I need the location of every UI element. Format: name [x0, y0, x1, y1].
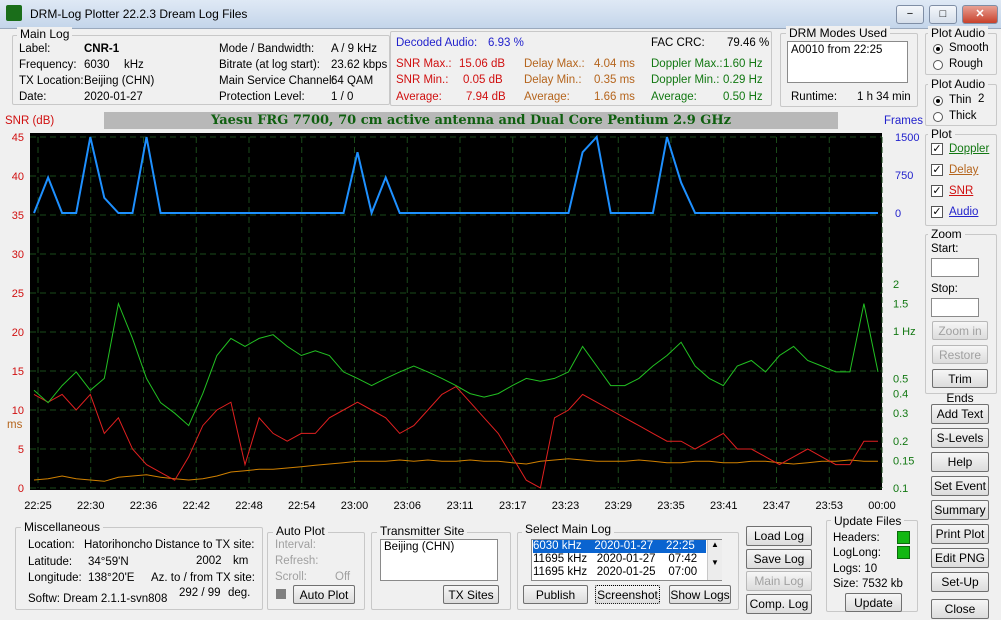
y-tick-label: 0	[18, 483, 24, 495]
longitude-value: 138°20'E	[88, 572, 135, 584]
misc-legend: Miscellaneous	[21, 520, 104, 534]
main-log-button[interactable]: Main Log	[746, 571, 812, 591]
frames-tick-label: 1500	[895, 132, 919, 144]
log-list-item[interactable]: 11695 kHz 2020-01-27 07:42	[533, 553, 697, 565]
auto-plot-indicator	[276, 589, 286, 599]
loglong-status-indicator	[897, 546, 910, 559]
latitude-value: 34°59'N	[88, 556, 129, 568]
headers-status-indicator	[897, 531, 910, 544]
doppler-series-line	[33, 301, 879, 427]
show-logs-button[interactable]: Show Logs	[669, 585, 731, 604]
y-tick-label: 25	[12, 288, 24, 300]
size-label: Size:	[833, 578, 859, 590]
software-version: Softw: Dream 2.1.1-svn808	[28, 593, 168, 605]
log-time: 07:42	[668, 553, 698, 565]
load-log-button[interactable]: Load Log	[746, 526, 812, 546]
interval-label: Interval:	[275, 539, 316, 551]
y-tick-label: 10	[12, 405, 24, 417]
auto-plot-legend: Auto Plot	[273, 524, 328, 538]
location-value: Hatorihoncho	[84, 539, 153, 551]
x-tick-label: 23:23	[552, 500, 580, 512]
log-time: 22:25	[665, 540, 695, 552]
x-tick-label: 23:29	[604, 500, 632, 512]
doppler-tick-label: 0.15	[893, 455, 914, 467]
screenshot-button[interactable]: Screenshot	[595, 585, 660, 604]
azimuth-value: 292 / 99	[179, 587, 221, 599]
log-list-item[interactable]: 11695 kHz 2020-01-25 07:00	[533, 566, 697, 578]
doppler-tick-label: 0.5	[893, 373, 908, 385]
audio-series-line	[33, 134, 878, 217]
tx-sites-button[interactable]: TX Sites	[443, 585, 499, 604]
x-tick-label: 23:47	[763, 500, 791, 512]
transmitter-site-entry: Beijing (CHN)	[384, 541, 455, 553]
y-tick-label: 40	[12, 171, 24, 183]
log-frequency: 11695 kHz	[533, 553, 588, 565]
log-frequency: 6030 kHz	[533, 540, 582, 552]
x-tick-label: 22:54	[288, 500, 316, 512]
y-tick-label: 5	[18, 444, 24, 456]
y-tick-label: 30	[12, 249, 24, 261]
x-tick-label: 23:11	[447, 500, 474, 512]
x-tick-label: 23:00	[341, 500, 369, 512]
x-tick-label: 23:06	[393, 500, 421, 512]
x-tick-label: 22:25	[24, 500, 52, 512]
log-time: 07:00	[668, 566, 698, 578]
x-tick-label: 23:35	[657, 500, 685, 512]
longitude-key: Longitude:	[28, 572, 82, 584]
log-list-item[interactable]: 6030 kHz 2020-01-27 22:25	[533, 540, 706, 553]
y-tick-label: 45	[12, 132, 24, 144]
latitude-key: Latitude:	[28, 556, 73, 568]
x-tick-label: 22:36	[130, 500, 158, 512]
distance-key: Distance to TX site:	[155, 539, 255, 551]
doppler-tick-label: 1.5	[893, 299, 908, 311]
x-tick-label: 00:00	[868, 500, 896, 512]
x-tick-label: 22:30	[77, 500, 105, 512]
refresh-label: Refresh:	[275, 555, 319, 567]
y-tick-label: 20	[12, 327, 24, 339]
x-tick-label: 22:48	[235, 500, 263, 512]
y-tick-label: 15	[12, 366, 24, 378]
scroll-label: Scroll:	[275, 571, 307, 583]
log-date: 2020-01-27	[594, 540, 654, 552]
loglong-label: LogLong:	[833, 547, 881, 559]
log-date: 2020-01-27	[596, 553, 656, 565]
x-tick-label: 22:42	[182, 500, 210, 512]
size-value: 7532 kb	[862, 578, 903, 590]
azimuth-key: Az. to / from TX site:	[151, 572, 255, 584]
doppler-tick-label: 2	[893, 279, 899, 291]
log-list-scrollbar[interactable]: ▲ ▼	[707, 540, 722, 580]
auto-plot-button[interactable]: Auto Plot	[293, 585, 355, 604]
x-tick-label: 23:17	[499, 500, 527, 512]
log-list[interactable]: 6030 kHz 2020-01-27 22:25 11695 kHz 2020…	[531, 539, 722, 581]
doppler-tick-label: 0.4	[893, 389, 908, 401]
update-button[interactable]: Update	[845, 593, 902, 612]
doppler-tick-label: 0.3	[893, 408, 908, 420]
x-tick-label: 23:53	[815, 500, 843, 512]
delay-series-line	[33, 458, 878, 482]
log-date: 2020-01-25	[596, 566, 656, 578]
doppler-tick-label: 0.1	[893, 483, 908, 495]
doppler-tick-label: 0.2	[893, 436, 908, 448]
frames-tick-label: 750	[895, 170, 913, 182]
distance-value: 2002	[196, 555, 222, 567]
publish-button[interactable]: Publish	[523, 585, 588, 604]
logs-count: Logs: 10	[833, 563, 878, 575]
scroll-value: Off	[335, 571, 351, 583]
y-tick-label: 35	[12, 210, 24, 222]
doppler-tick-label: 1 Hz	[893, 326, 916, 338]
save-log-button[interactable]: Save Log	[746, 549, 812, 569]
distance-unit: km	[233, 555, 249, 567]
x-tick-label: 23:41	[710, 500, 738, 512]
location-key: Location:	[28, 539, 75, 551]
azimuth-unit: deg.	[228, 587, 251, 599]
transmitter-site-legend: Transmitter Site	[377, 524, 468, 538]
log-frequency: 11695 kHz	[533, 566, 588, 578]
headers-label: Headers:	[833, 532, 880, 544]
select-main-log-legend: Select Main Log	[522, 522, 615, 536]
frames-tick-label: 0	[895, 208, 901, 220]
transmitter-site-list[interactable]: Beijing (CHN)	[380, 539, 498, 581]
comp-log-button[interactable]: Comp. Log	[746, 594, 812, 614]
update-files-legend: Update Files	[831, 514, 905, 528]
